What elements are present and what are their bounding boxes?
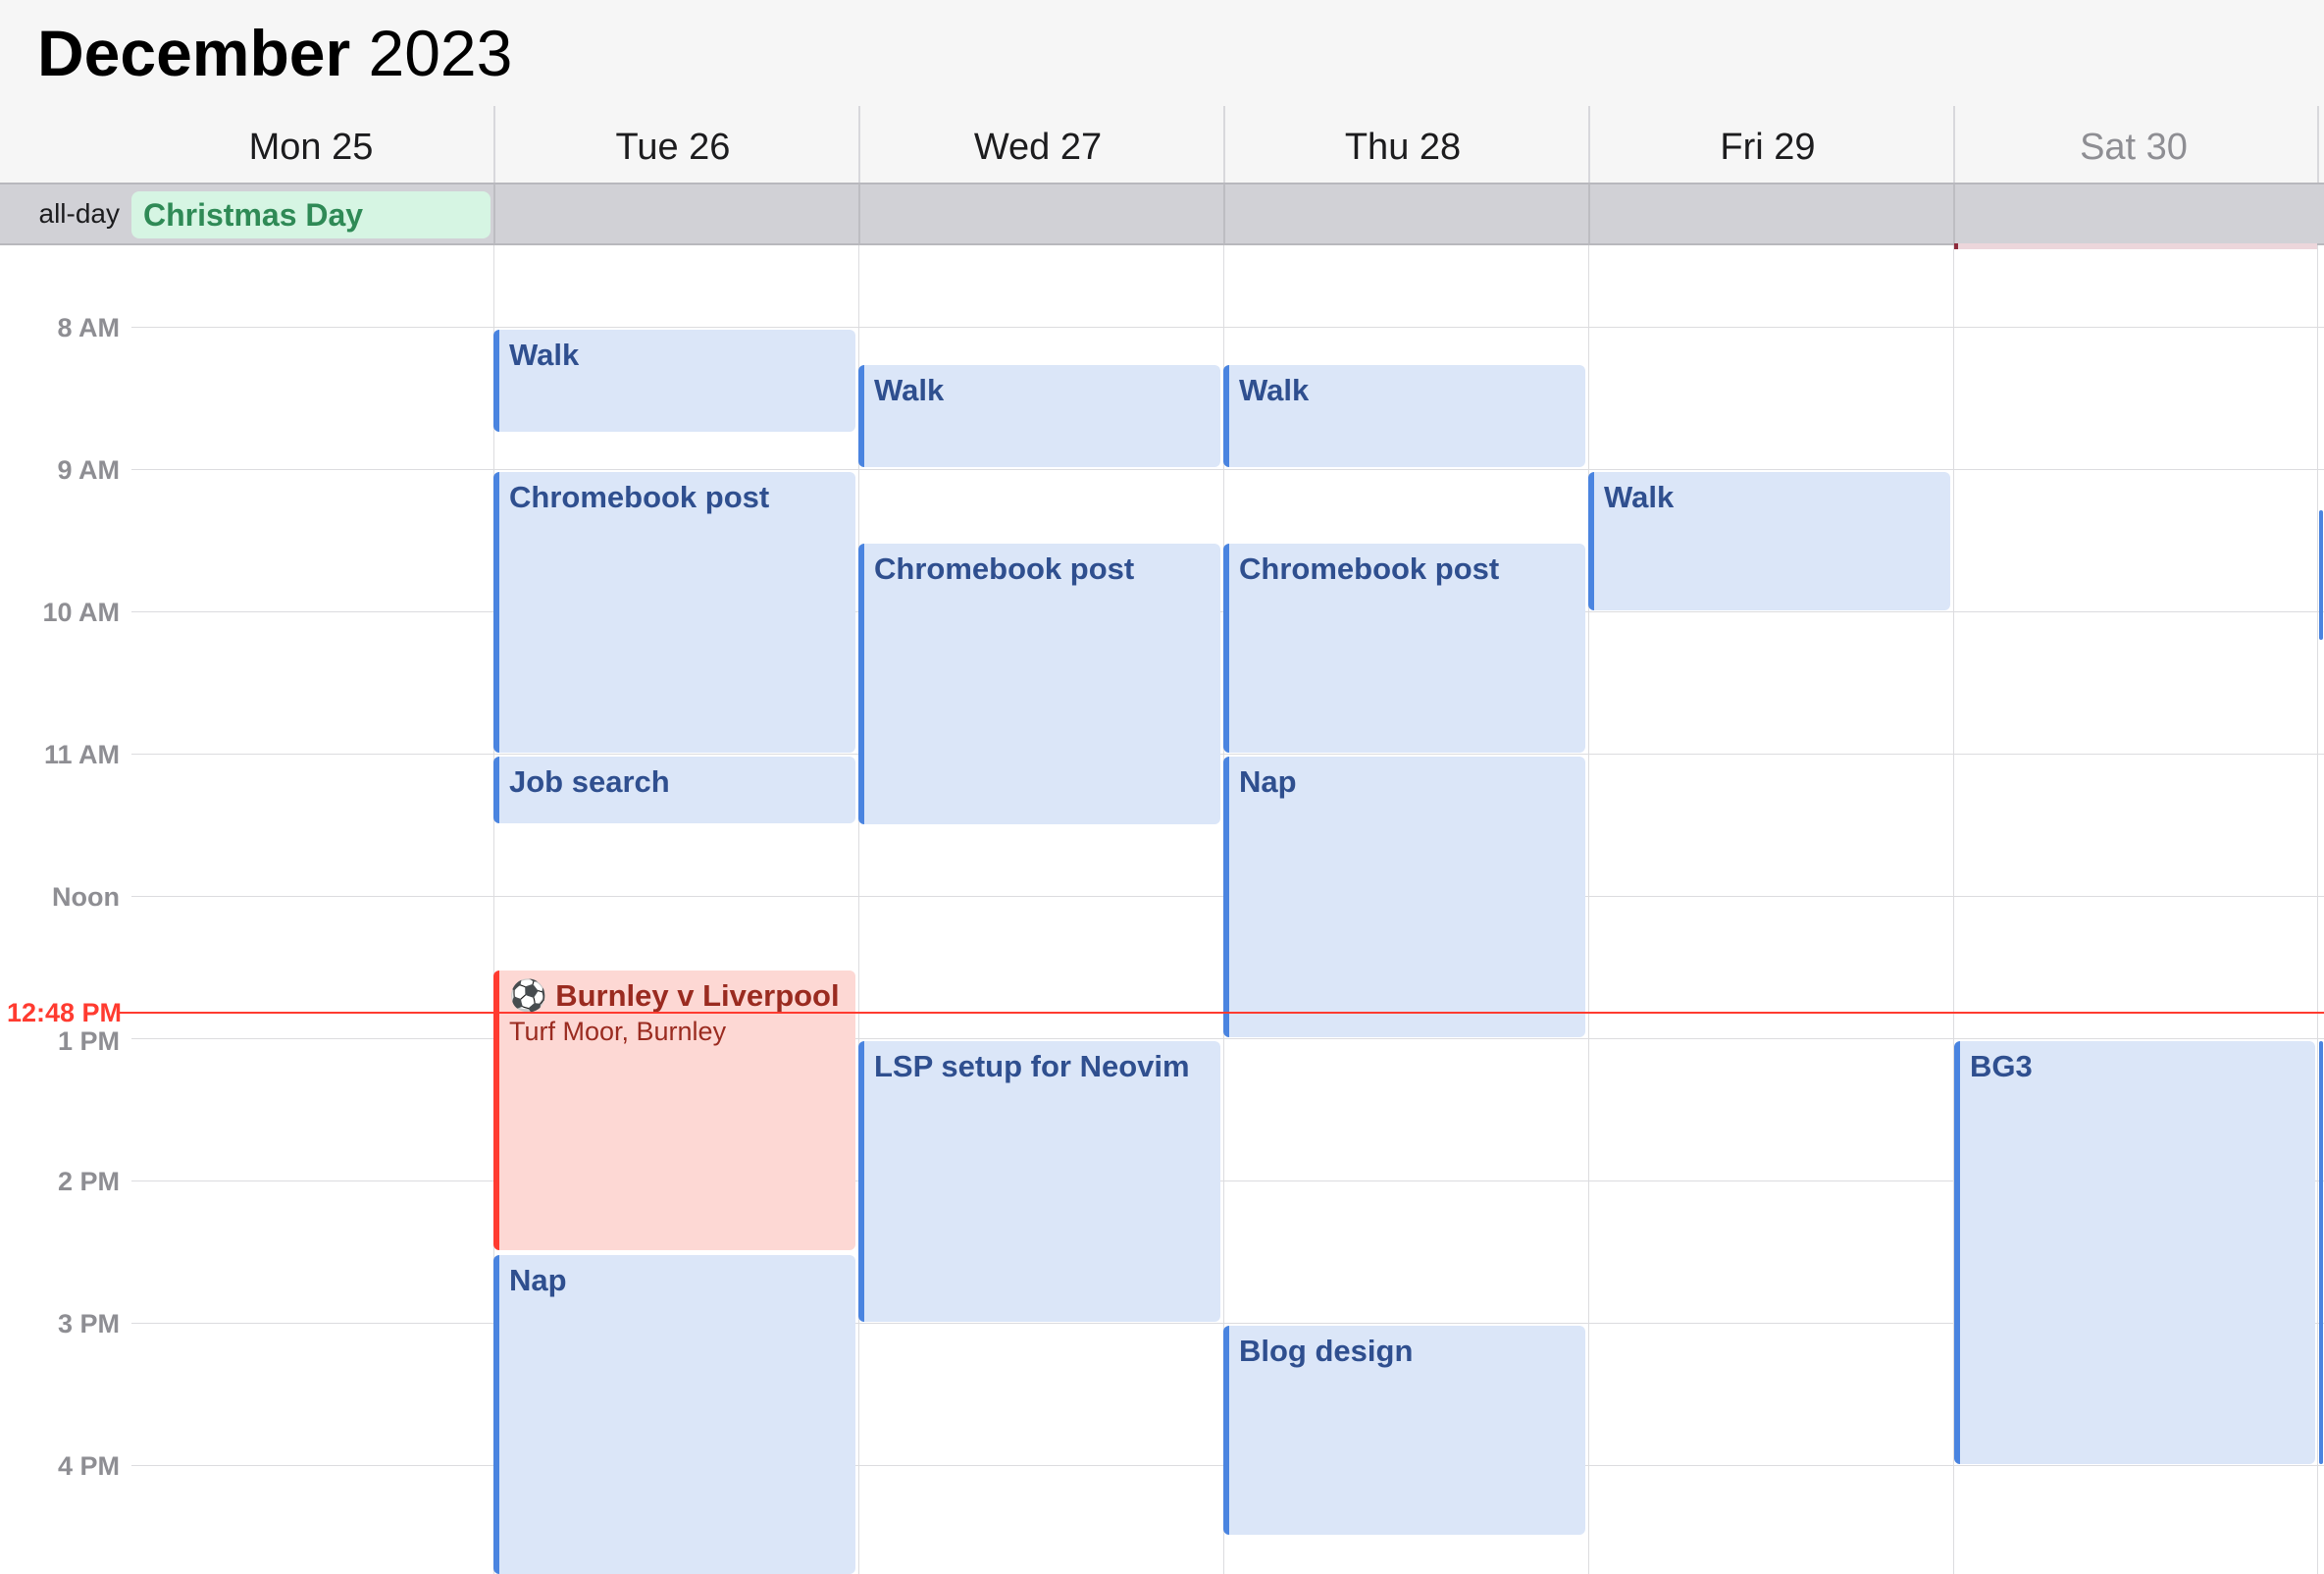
hour-line [131,754,2324,755]
all-day-label: all-day [38,198,120,229]
year-label: 2023 [368,17,513,89]
event-title: BG3 [1970,1049,2033,1083]
day-header-divider [1588,106,1590,183]
day-header-thu[interactable]: Thu 28 [1223,126,1582,169]
event-overflow-marker[interactable] [1954,243,2317,249]
event-title: Nap [1239,764,1297,799]
event-title: Chromebook post [509,480,770,514]
all-day-divider [858,184,860,243]
time-label-4pm: 4 PM [57,1451,120,1481]
day-header-tue[interactable]: Tue 26 [493,126,852,169]
event-title: LSP setup for Neovim [874,1049,1190,1083]
day-header-divider [1223,106,1225,183]
event-title: Blog design [1239,1334,1414,1368]
event-chromebook-post-wed[interactable]: Chromebook post [858,544,1220,824]
time-label-2pm: 2 PM [57,1167,120,1196]
all-day-divider [1953,184,1955,243]
all-day-event-christmas[interactable]: Christmas Day [131,191,491,238]
event-bg3[interactable]: BG3 [1954,1041,2315,1464]
day-header-divider [858,106,860,183]
time-label-10am: 10 AM [42,598,120,627]
day-header-divider [2317,106,2319,183]
time-label-1pm: 1 PM [57,1026,120,1056]
month-label: December [37,17,351,89]
day-column-divider [1588,245,1589,1574]
all-day-divider [1223,184,1225,243]
event-walk-tue[interactable]: Walk [493,330,855,432]
day-header-wed[interactable]: Wed 27 [858,126,1217,169]
event-nap-tue[interactable]: Nap [493,1255,855,1574]
time-label-3pm: 3 PM [57,1309,120,1338]
day-header-mon[interactable]: Mon 25 [131,126,491,169]
offscreen-event-marker[interactable] [2319,1041,2323,1464]
day-header-divider [1953,106,1955,183]
current-time-label: 12:48 PM [6,998,122,1027]
event-chromebook-post-tue[interactable]: Chromebook post [493,472,855,753]
time-label-8am: 8 AM [57,313,120,342]
offscreen-event-marker[interactable] [2319,510,2323,640]
event-nap-thu[interactable]: Nap [1223,757,1585,1037]
page-title: December 2023 [37,14,512,92]
event-title: Walk [509,338,580,372]
event-walk-wed[interactable]: Walk [858,365,1220,467]
event-title: Walk [1604,480,1675,514]
all-day-divider [1588,184,1590,243]
day-column-divider [2317,245,2318,1574]
event-title: Walk [1239,373,1310,407]
event-lsp-setup[interactable]: LSP setup for Neovim [858,1041,1220,1322]
event-title: Job search [509,764,670,799]
event-title: Chromebook post [1239,551,1500,586]
current-time-line [120,1012,2324,1014]
day-header-fri[interactable]: Fri 29 [1588,126,1947,169]
event-walk-fri[interactable]: Walk [1588,472,1950,610]
hour-line [131,327,2324,328]
event-walk-thu[interactable]: Walk [1223,365,1585,467]
all-day-divider [493,184,495,243]
event-chromebook-post-thu[interactable]: Chromebook post [1223,544,1585,753]
time-label-9am: 9 AM [57,455,120,485]
event-job-search-tue[interactable]: Job search [493,757,855,823]
hour-line [131,1038,2324,1039]
day-header-divider [493,106,495,183]
time-label-noon: Noon [52,882,120,912]
event-location: Turf Moor, Burnley [509,1017,727,1046]
day-header-sat[interactable]: Sat 30 [1954,126,2313,169]
event-title: Chromebook post [874,551,1135,586]
event-title: Nap [509,1263,567,1297]
time-label-11am: 11 AM [43,740,120,769]
event-blog-design[interactable]: Blog design [1223,1326,1585,1535]
hour-line [131,469,2324,470]
event-title: ⚽ Burnley v Liverpool [509,978,840,1013]
event-title: Walk [874,373,945,407]
